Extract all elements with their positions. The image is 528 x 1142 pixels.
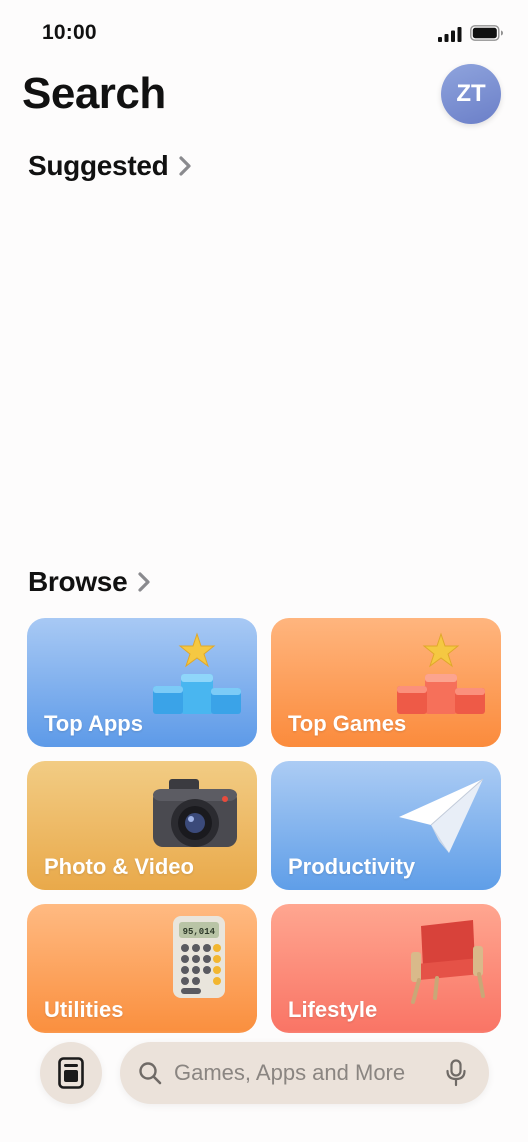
chevron-right-icon <box>179 156 192 176</box>
camera-icon <box>153 779 237 847</box>
suggested-section-header[interactable]: Suggested <box>28 150 192 182</box>
tile-label: Photo & Video <box>44 854 194 879</box>
search-icon <box>139 1062 162 1085</box>
paper-plane-icon <box>399 778 484 853</box>
search-input[interactable]: Games, Apps and More <box>120 1042 489 1104</box>
tile-label: Lifestyle <box>288 997 378 1022</box>
browse-heading: Browse <box>28 566 128 597</box>
browse-tile-productivity[interactable]: Productivity <box>271 761 501 890</box>
suggested-heading: Suggested <box>28 150 169 181</box>
podium-star-icon <box>397 632 485 714</box>
page-title: Search <box>22 69 166 118</box>
armchair-icon <box>411 920 485 1004</box>
browse-tile-utilities[interactable]: 95,014 Utilities <box>27 904 257 1033</box>
browse-tile-top-apps[interactable]: Top Apps <box>27 618 257 747</box>
status-time: 10:00 <box>42 21 97 44</box>
browse-tile-top-games[interactable]: Top Games <box>271 618 501 747</box>
account-avatar-button[interactable]: ZT <box>441 64 501 124</box>
browse-section-header[interactable]: Browse <box>28 566 151 598</box>
today-tab-button[interactable] <box>40 1042 102 1104</box>
tile-label: Top Games <box>288 711 407 736</box>
cellular-signal-icon <box>438 27 462 42</box>
tile-label: Utilities <box>44 997 124 1022</box>
tile-label: Top Apps <box>44 711 143 736</box>
status-bar: 10:00 <box>0 0 528 62</box>
tile-label: Productivity <box>288 854 416 879</box>
battery-icon <box>470 25 503 41</box>
calculator-display: 95,014 <box>183 927 216 937</box>
chevron-right-icon <box>138 572 150 592</box>
microphone-icon[interactable] <box>445 1059 467 1087</box>
browse-tile-photo-video[interactable]: Photo & Video <box>27 761 257 890</box>
podium-star-icon <box>153 632 241 714</box>
browse-tile-lifestyle[interactable]: Lifestyle <box>271 904 501 1033</box>
calculator-icon: 95,014 <box>173 916 225 998</box>
search-placeholder: Games, Apps and More <box>174 1060 406 1085</box>
today-icon <box>58 1057 84 1089</box>
